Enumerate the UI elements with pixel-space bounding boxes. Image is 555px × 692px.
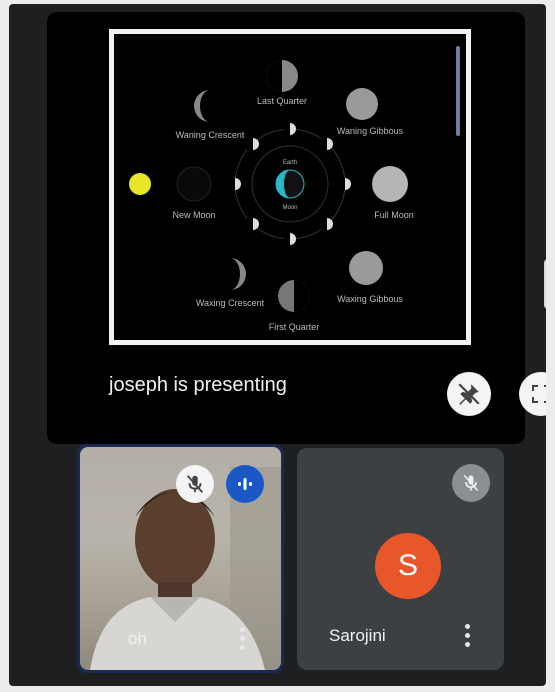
slide-label-earth: Earth <box>283 160 297 166</box>
unpin-button[interactable] <box>447 372 491 416</box>
more-options-button[interactable] <box>465 624 471 647</box>
moon-phase-diagram: Last Quarter Waning Crescent Waning Gibb… <box>129 60 414 332</box>
mic-off-indicator <box>176 465 214 503</box>
participant-name: Sarojini <box>329 626 386 645</box>
fullscreen-icon <box>532 385 546 403</box>
slide-label-upper-left: Waning Crescent <box>176 130 245 140</box>
slide-label-bottom: First Quarter <box>269 322 320 332</box>
audio-level-icon <box>238 478 252 490</box>
pin-off-icon <box>458 383 480 405</box>
more-options-button[interactable] <box>240 627 246 650</box>
slide-label-top: Last Quarter <box>257 96 307 106</box>
presenting-label: joseph is presenting <box>109 374 287 396</box>
shared-screen: Last Quarter Waning Crescent Waning Gibb… <box>109 29 471 345</box>
slide-label-lower-left: Waxing Crescent <box>196 298 265 308</box>
participant-video: oh <box>80 447 281 670</box>
avatar: S <box>375 533 441 599</box>
slide-label-upper-right: Waning Gibbous <box>337 126 404 136</box>
slide-label-left: New Moon <box>172 210 215 220</box>
slide-scrollbar[interactable] <box>456 46 460 136</box>
mic-off-indicator <box>452 464 490 502</box>
scrollbar-thumb[interactable] <box>544 259 546 309</box>
slide-label-lower-right: Waxing Gibbous <box>337 294 403 304</box>
meet-window: Last Quarter Waning Crescent Waning Gibb… <box>9 4 546 686</box>
participant-tile-self[interactable]: oh <box>77 444 284 673</box>
fullscreen-button[interactable] <box>519 372 546 416</box>
participant-tile-sarojini[interactable]: S Sarojini <box>297 448 504 670</box>
sun-shape <box>129 173 151 195</box>
slide-label-right: Full Moon <box>374 210 414 220</box>
mic-off-icon <box>463 474 479 492</box>
presentation-tile[interactable]: Last Quarter Waning Crescent Waning Gibb… <box>47 12 546 444</box>
participant-name: oh <box>128 629 147 648</box>
speaking-indicator <box>226 465 264 503</box>
mic-off-icon <box>186 475 204 493</box>
slide-label-moon: Moon <box>282 205 297 211</box>
